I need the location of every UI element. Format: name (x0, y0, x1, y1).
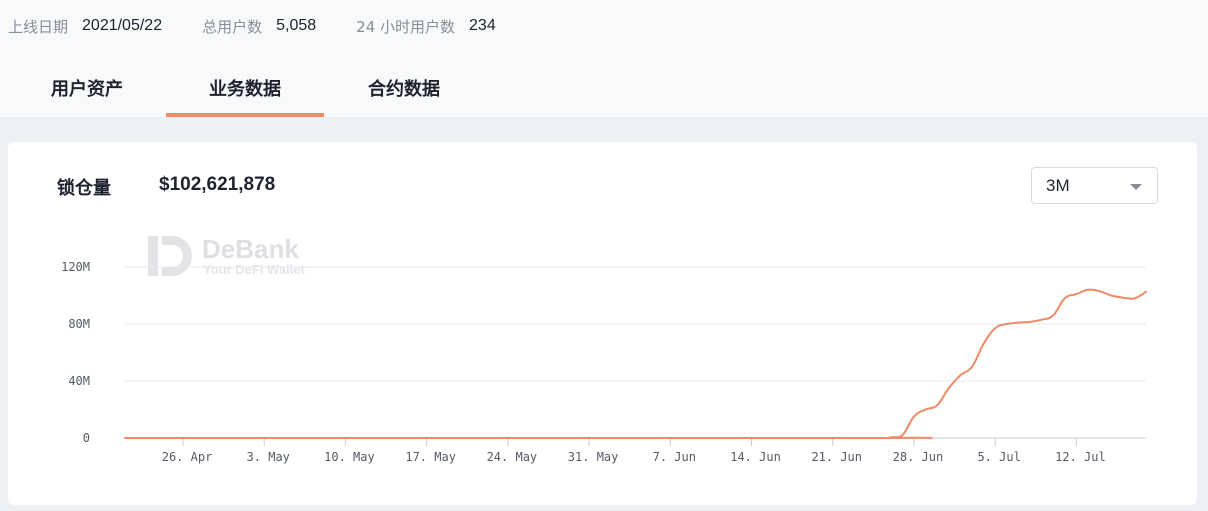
debank-watermark: DeBank Your DeFi Wallet (148, 234, 306, 277)
users-24h-value: 234 (469, 17, 496, 34)
tab-user-assets[interactable]: 用户资产 (46, 72, 128, 117)
tvl-series-line (124, 288, 1147, 440)
project-stats: 上线日期 2021/05/22 总用户数 5,058 24 小时用户数 234 (8, 14, 496, 38)
x-tick-label: 12. Jul (1055, 450, 1106, 464)
x-axis: 26. Apr 3. May 10. May 17. May 24. May 31. Ma… (162, 438, 1106, 464)
x-tick-label: 5. Jul (977, 450, 1020, 464)
launch-date-label: 上线日期 (8, 17, 69, 36)
y-tick-label: 80M (68, 317, 90, 331)
x-tick-label: 26. Apr (162, 450, 213, 464)
header-area: 上线日期 2021/05/22 总用户数 5,058 24 小时用户数 234 … (0, 0, 1208, 117)
tab-business-data[interactable]: 业务数据 (166, 72, 324, 117)
watermark-brand: DeBank (202, 234, 299, 264)
watermark-tagline: Your DeFi Wallet (203, 262, 306, 277)
x-tick-label: 3. May (247, 450, 290, 464)
x-tick-label: 21. Jun (811, 450, 862, 464)
total-users-value: 5,058 (276, 17, 317, 34)
debank-logo-icon (148, 236, 192, 276)
x-tick-label: 10. May (324, 450, 375, 464)
tvl-card: 锁仓量 $102,621,878 3M DeBank Your DeFi Wal… (8, 142, 1197, 505)
y-tick-label: 0 (83, 431, 90, 445)
tab-contract-data[interactable]: 合约数据 (363, 72, 445, 117)
x-tick-label: 7. Jun (653, 450, 696, 464)
chart-series (124, 288, 1147, 440)
x-tick-label: 24. May (487, 450, 538, 464)
users-24h-label: 24 小时用户数 (356, 17, 456, 36)
x-tick-label: 28. Jun (893, 450, 944, 464)
y-tick-label: 40M (68, 374, 90, 388)
y-tick-label: 120M (61, 260, 90, 274)
chart-grid (125, 266, 1146, 439)
launch-date-value: 2021/05/22 (82, 17, 163, 34)
y-axis: 0 40M 80M 120M (61, 260, 90, 445)
x-tick-label: 14. Jun (730, 450, 781, 464)
x-tick-label: 17. May (405, 450, 456, 464)
x-tick-label: 31. May (568, 450, 619, 464)
total-users-label: 总用户数 (202, 17, 263, 36)
tvl-line-chart: DeBank Your DeFi Wallet 0 40M 80M 120M 26. … (61, 234, 1147, 464)
